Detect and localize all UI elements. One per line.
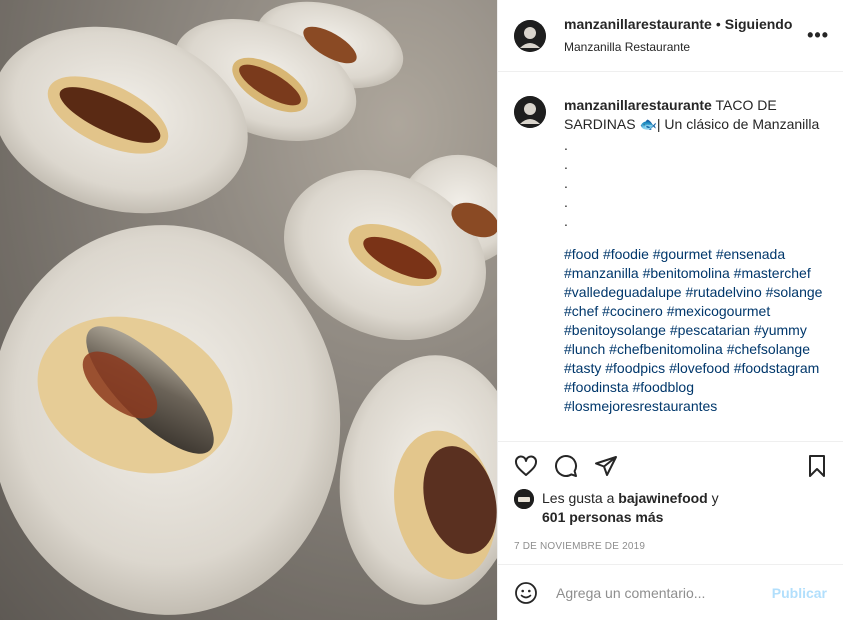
food-photo-illustration xyxy=(0,0,497,620)
likes-count-link[interactable]: 601 personas más xyxy=(542,509,663,525)
post-sidebar: manzanillarestaurante • Siguiendo Manzanil… xyxy=(497,0,843,620)
hashtag-link[interactable]: #manzanilla xyxy=(564,265,639,281)
caption-body: manzanillarestaurante TACO DE SARDINAS 🐟… xyxy=(564,96,827,441)
smile-icon[interactable] xyxy=(514,581,538,605)
user-avatar-icon xyxy=(514,19,546,52)
caption-avatar[interactable] xyxy=(514,96,546,128)
hashtag-link[interactable]: #food xyxy=(564,246,599,262)
caption-dot: . xyxy=(564,213,568,229)
liker-username-link[interactable]: bajawinefood xyxy=(618,490,707,506)
hashtag-list: #food #foodie #gourmet #ensenada #manzan… xyxy=(564,245,827,416)
hashtag-link[interactable]: #lunch xyxy=(564,341,605,357)
likes-conjunction: y xyxy=(711,490,719,506)
comment-box: Publicar xyxy=(498,564,843,620)
hashtag-link[interactable]: #lovefood xyxy=(669,360,730,376)
action-bar xyxy=(498,441,843,489)
hashtag-link[interactable]: #chef xyxy=(564,303,598,319)
publish-button[interactable]: Publicar xyxy=(772,585,827,601)
bookmark-icon[interactable] xyxy=(805,454,829,478)
avatar[interactable] xyxy=(514,19,546,52)
likes-text: Les gusta a bajawinefood y 601 personas … xyxy=(542,489,719,527)
caption-dot: . xyxy=(564,156,568,172)
separator-dot: • xyxy=(715,16,721,33)
user-avatar-icon xyxy=(514,96,546,128)
username-link[interactable]: manzanillarestaurante xyxy=(564,16,712,32)
more-options-icon[interactable]: ••• xyxy=(807,25,829,46)
likes-prefix: Les gusta a xyxy=(542,490,615,506)
hashtag-link[interactable]: #tasty xyxy=(564,360,601,376)
hashtag-link[interactable]: #pescatarian xyxy=(670,322,750,338)
hashtag-link[interactable]: #foodblog xyxy=(633,379,695,395)
hashtag-link[interactable]: #solange xyxy=(766,284,823,300)
hashtag-link[interactable]: #foodstagram xyxy=(734,360,820,376)
heart-icon[interactable] xyxy=(514,454,538,478)
comment-input[interactable] xyxy=(554,583,772,602)
hashtag-link[interactable]: #foodie xyxy=(603,246,649,262)
hashtag-link[interactable]: #benitoysolange xyxy=(564,322,666,338)
hashtag-link[interactable]: #chefbenitomolina xyxy=(609,341,723,357)
caption-dot: . xyxy=(564,194,568,210)
hashtag-link[interactable]: #gourmet xyxy=(653,246,712,262)
hashtag-link[interactable]: #rutadelvino xyxy=(685,284,761,300)
header-text: manzanillarestaurante • Siguiendo Manzanil… xyxy=(564,15,807,55)
hashtag-link[interactable]: #benitomolina xyxy=(643,265,730,281)
paper-plane-icon[interactable] xyxy=(594,454,618,478)
liker-avatar[interactable] xyxy=(514,489,534,509)
post-photo[interactable] xyxy=(0,0,497,620)
post-header: manzanillarestaurante • Siguiendo Manzanil… xyxy=(498,0,843,72)
hashtag-link[interactable]: #losmejoresrestaurantes xyxy=(564,398,717,414)
comment-icon[interactable] xyxy=(554,454,578,478)
hashtag-link[interactable]: #ensenada xyxy=(716,246,785,262)
hashtag-link[interactable]: #valledeguadalupe xyxy=(564,284,682,300)
hashtag-link[interactable]: #masterchef xyxy=(734,265,811,281)
liker-avatar-icon xyxy=(514,489,534,509)
caption-dots: . . . . . xyxy=(564,136,827,231)
caption-dot: . xyxy=(564,137,568,153)
hashtag-link[interactable]: #foodpics xyxy=(605,360,665,376)
caption-dot: . xyxy=(564,175,568,191)
hashtag-link[interactable]: #cocinero xyxy=(602,303,663,319)
caption-username-link[interactable]: manzanillarestaurante xyxy=(564,97,712,113)
hashtag-link[interactable]: #chefsolange xyxy=(727,341,810,357)
hashtag-link[interactable]: #foodinsta xyxy=(564,379,629,395)
post-date[interactable]: 7 de noviembre de 2019 xyxy=(498,533,843,564)
hashtag-link[interactable]: #mexicogourmet xyxy=(667,303,771,319)
location-link[interactable]: Manzanilla Restaurante xyxy=(564,40,807,56)
caption-area: manzanillarestaurante TACO DE SARDINAS 🐟… xyxy=(498,72,843,441)
hashtag-link[interactable]: #yummy xyxy=(754,322,807,338)
following-button[interactable]: Siguiendo xyxy=(725,16,793,32)
likes-summary: Les gusta a bajawinefood y 601 personas … xyxy=(498,489,843,533)
